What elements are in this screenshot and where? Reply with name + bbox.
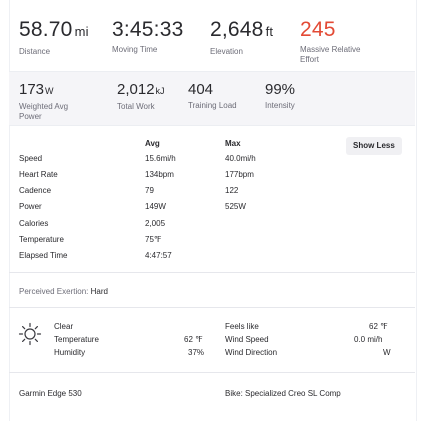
stat-label: Training Load <box>188 101 237 110</box>
row-avg: 75℉ <box>145 235 162 244</box>
divider <box>9 272 415 273</box>
feels-like-value: 62 ℉ <box>369 322 388 331</box>
row-max: 525W <box>225 202 246 211</box>
row-avg: 149W <box>145 202 166 211</box>
row-max: 40.0mi/h <box>225 154 256 163</box>
stat-label: Intensity <box>265 101 295 110</box>
row-label: Calories <box>19 219 49 228</box>
stat-elevation: 2,648 ft Elevation <box>210 18 273 57</box>
table-row: Power 149W 525W <box>19 202 319 214</box>
wind-speed-label: Wind Speed <box>225 335 269 344</box>
stat-value: 404 <box>188 81 214 98</box>
stat-value: 58.70 <box>19 18 73 41</box>
stat-relative-effort[interactable]: 245 Massive Relative Effort <box>300 18 360 65</box>
feels-like-label: Feels like <box>225 322 259 331</box>
stat-unit: W <box>45 86 54 96</box>
secondary-stats: 173W Weighted Avg Power 2,012kJ Total Wo… <box>9 71 415 126</box>
row-label: Heart Rate <box>19 170 58 179</box>
row-avg: 79 <box>145 186 154 195</box>
stat-label-line2: Effort <box>300 55 319 64</box>
exertion-value: Hard <box>90 287 108 296</box>
perceived-exertion: Perceived Exertion: Hard <box>19 287 108 296</box>
temperature-label: Temperature <box>54 335 99 344</box>
table-row: Heart Rate 134bpm 177bpm <box>19 170 319 182</box>
row-avg: 15.6mi/h <box>145 154 176 163</box>
stat-weighted-avg-power: 173W Weighted Avg Power <box>19 81 68 122</box>
temperature-value: 62 ℉ <box>184 335 203 344</box>
table-row: Cadence 79 122 <box>19 186 319 198</box>
row-label: Power <box>19 202 42 211</box>
stat-label-line1: Massive Relative <box>300 45 361 54</box>
stat-moving-time: 3:45:33 Moving Time <box>112 18 183 55</box>
stat-label-line1: Weighted Avg <box>19 102 69 111</box>
weather-condition: Clear <box>54 322 74 331</box>
stat-label: Moving Time <box>112 45 158 54</box>
wind-speed-value: 0.0 mi/h <box>354 335 383 344</box>
bike-link[interactable]: Bike: Specialized Creo SL Comp <box>225 389 341 398</box>
humidity-label: Humidity <box>54 348 86 357</box>
stat-value: 2,012 <box>117 81 155 98</box>
stat-label: Elevation <box>210 47 243 56</box>
sun-icon <box>18 322 42 346</box>
table-row: Calories 2,005 <box>19 219 319 231</box>
stat-intensity[interactable]: 99% Intensity <box>265 81 295 111</box>
show-less-button[interactable]: Show Less <box>346 137 402 155</box>
stat-unit: mi <box>74 24 89 39</box>
humidity-value: 37% <box>188 348 205 357</box>
row-avg: 2,005 <box>145 219 166 228</box>
row-label: Elapsed Time <box>19 251 68 260</box>
wind-direction-label: Wind Direction <box>225 348 278 357</box>
table-row: Elapsed Time 4:47:57 <box>19 251 319 263</box>
row-avg: 134bpm <box>145 170 174 179</box>
row-label: Cadence <box>19 186 52 195</box>
stat-value: 3:45:33 <box>112 18 184 41</box>
row-avg: 4:47:57 <box>145 251 172 260</box>
row-max: 122 <box>225 186 239 195</box>
column-header-avg: Avg <box>145 139 160 148</box>
stat-label-line2: Power <box>19 112 42 121</box>
stat-distance: 58.70 mi Distance <box>19 18 89 57</box>
stat-value: 245 <box>300 18 336 41</box>
device-name: Garmin Edge 530 <box>19 389 82 398</box>
wind-direction-value: W <box>383 348 391 357</box>
stat-total-work: 2,012kJ Total Work <box>117 81 165 112</box>
stat-unit: ft <box>265 24 274 39</box>
row-label: Speed <box>19 154 43 163</box>
table-row: Speed 15.6mi/h 40.0mi/h <box>19 154 319 166</box>
divider <box>9 307 415 308</box>
primary-stats: 58.70 mi Distance 3:45:33 Moving Time 2,6… <box>9 0 415 70</box>
stat-label: Distance <box>19 47 51 56</box>
stat-value: 2,648 <box>210 18 264 41</box>
stat-label: Total Work <box>117 102 155 111</box>
column-header-max: Max <box>225 139 241 148</box>
row-label: Temperature <box>19 235 64 244</box>
stat-unit: kJ <box>155 86 165 96</box>
stat-value: 173 <box>19 81 45 98</box>
exertion-label: Perceived Exertion: <box>19 287 89 296</box>
stat-training-load[interactable]: 404 Training Load <box>188 81 237 111</box>
divider <box>9 372 415 373</box>
stat-value: 99% <box>265 81 296 98</box>
row-max: 177bpm <box>225 170 254 179</box>
table-row: Temperature 75℉ <box>19 235 319 247</box>
